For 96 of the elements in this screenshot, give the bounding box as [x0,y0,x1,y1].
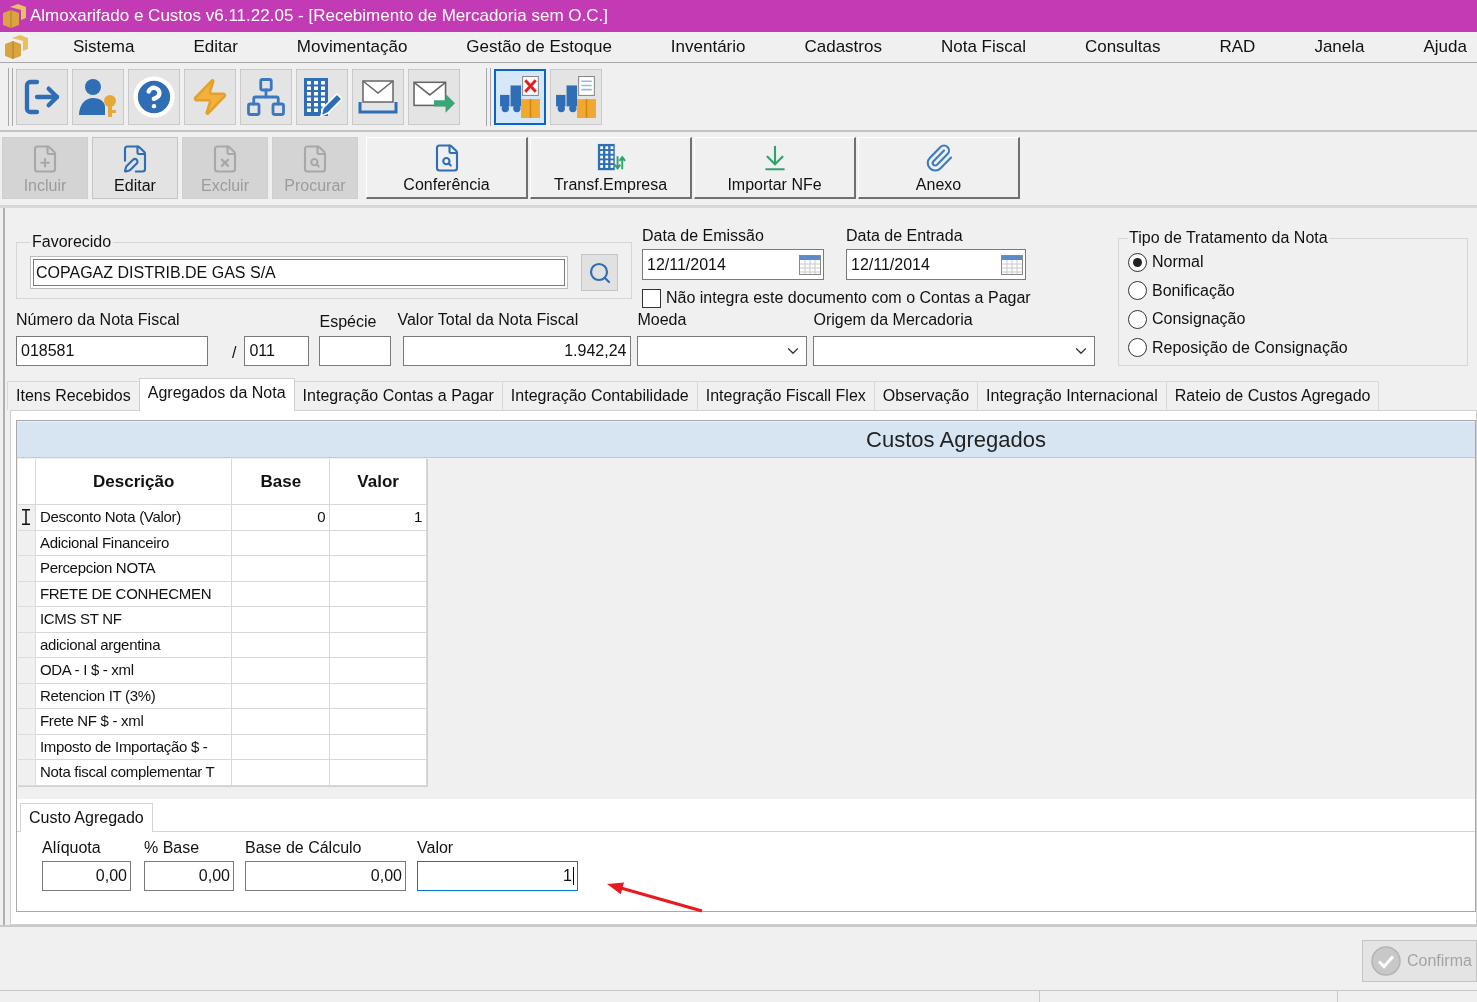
table-cell: Frete NF $ - xml [35,709,233,735]
group-label: Favorecido [31,233,113,251]
menu-item[interactable]: Nota Fiscal [940,34,1026,60]
table-cell: adicional argentina [35,632,233,658]
building-arrows-icon [595,143,626,173]
radio-button[interactable] [1128,252,1147,272]
table-cell: ODA - I $ - xml [35,658,233,684]
column-header: Valor [330,459,427,505]
table-cell: Imposto de Importação $ - [35,734,233,760]
field-label: Data de Emissão [642,227,765,245]
radio-label: Normal [1152,252,1204,273]
radio-label: Bonificação [1152,280,1235,301]
group-label: Tipo de Tratamento da Nota [1128,229,1329,247]
truck-x-icon [499,75,541,118]
menu-item[interactable]: Inventário [670,34,746,60]
checkbox[interactable] [642,288,661,308]
field-label: Espécie [319,313,378,331]
toolbar-action-button[interactable]: Anexo [858,137,1020,199]
field-label: Valor [417,839,455,857]
menu-item[interactable]: Gestão de Estoque [466,34,612,60]
number-field[interactable]: 1 [417,861,578,891]
menu-item[interactable]: Cadastros [804,34,882,60]
field-label: Moeda [637,311,688,329]
radio-label: Reposição de Consignação [1152,337,1348,358]
radio-label: Consignação [1152,309,1246,330]
toolbar-button[interactable] [494,68,546,125]
menu-item[interactable]: Movimentação [296,34,408,60]
separator-text: / [232,344,237,362]
tab[interactable]: Itens Recebidos [7,381,140,410]
tab[interactable]: Agregados da Nota [138,378,295,411]
menu-item[interactable]: Janela [1314,34,1365,60]
boxes-icon [2,4,26,28]
text-cursor-icon [22,509,31,526]
currency-dropdown[interactable] [637,336,808,366]
number-field[interactable]: 0,00 [245,861,406,891]
hierarchy-icon [245,75,287,118]
table-cell: Desconto Nota (Valor) [35,505,233,531]
calendar-icon [1001,254,1023,275]
field-label: Data de Entrada [846,227,964,245]
toolbar-action-button[interactable]: Editar [92,137,178,199]
number-field[interactable]: 0,00 [144,861,234,891]
text-caret-icon [573,867,574,885]
table-cell: FRETE DE CONHECMEN [35,581,233,607]
field-label: Origem da Mercadoria [813,311,974,329]
search-button[interactable] [581,254,618,291]
check-circle-icon [1371,946,1401,976]
origin-dropdown[interactable] [813,336,1096,366]
table-cell: 0 [232,505,331,531]
radio-button[interactable] [1128,281,1147,301]
truck-document-icon [555,75,597,118]
table-cell: Adicional Financeiro [35,530,233,556]
table-cell: Nota fiscal complementar T [35,760,233,786]
user-key-icon [78,76,118,117]
field-label: % Base [144,839,201,857]
toolbar-action-button[interactable]: Conferência [366,137,528,199]
section-title: Custos Agregados [866,426,1046,454]
type-field[interactable] [319,336,392,366]
envelope-arrow-icon [413,79,455,114]
menu-item[interactable]: Editar [193,34,238,60]
radio-button[interactable] [1128,309,1147,329]
menu-item[interactable]: RAD [1219,34,1256,60]
field-value: 12/11/2014 [647,254,726,275]
field-value: 12/11/2014 [851,254,930,275]
column-header: Base [232,459,331,505]
table-cell: 1 [330,505,427,531]
menu-item[interactable]: Ajuda [1423,34,1467,60]
calendar-icon [799,254,821,275]
total-value-field[interactable]: 1.942,24 [403,336,632,366]
series-field[interactable]: 011 [244,336,310,366]
number-field[interactable]: 0,00 [42,861,131,891]
help-icon [132,74,176,119]
field-label: Alíquota [42,839,102,857]
table-cell: Retencion IT (3%) [35,683,233,709]
date-field[interactable]: 12/11/2014 [642,249,824,280]
envelope-tray-icon [358,79,398,114]
menu-item[interactable]: Consultas [1084,34,1161,60]
toolbar-action-button[interactable]: Importar NFe [694,137,856,199]
column-header: Descrição [35,459,233,505]
date-field[interactable]: 12/11/2014 [846,249,1026,280]
search-icon [587,260,612,285]
table-cell: ICMS ST NF [35,607,233,633]
radio-button[interactable] [1128,338,1147,358]
building-pencil-icon [302,76,342,117]
checkbox-label: Não integra este documento com o Contas a Pagar [666,288,1031,308]
table-cell: Percepcion NOTA [35,556,233,582]
invoice-number-field[interactable]: 018581 [16,336,208,366]
window-title: Almoxarifado e Custos v6.11.22.05 - [Recebimento de Mercadoria sem O.C.] [30,5,608,28]
field-label: Valor Total da Nota Fiscal [397,311,580,329]
toolbar-action-button[interactable]: Transf.Empresa [530,137,692,199]
supplier-field[interactable]: COPAGAZ DISTRIB.DE GAS S/A [30,256,568,289]
tab[interactable]: Rateio de Custos Agregado [1165,381,1380,410]
field-label: Número da Nota Fiscal [16,311,181,329]
boxes-icon [4,35,28,59]
section-tab[interactable]: Custo Agregado [20,803,153,832]
menu-item[interactable]: Sistema [73,34,135,60]
field-label: Base de Cálculo [245,839,363,857]
